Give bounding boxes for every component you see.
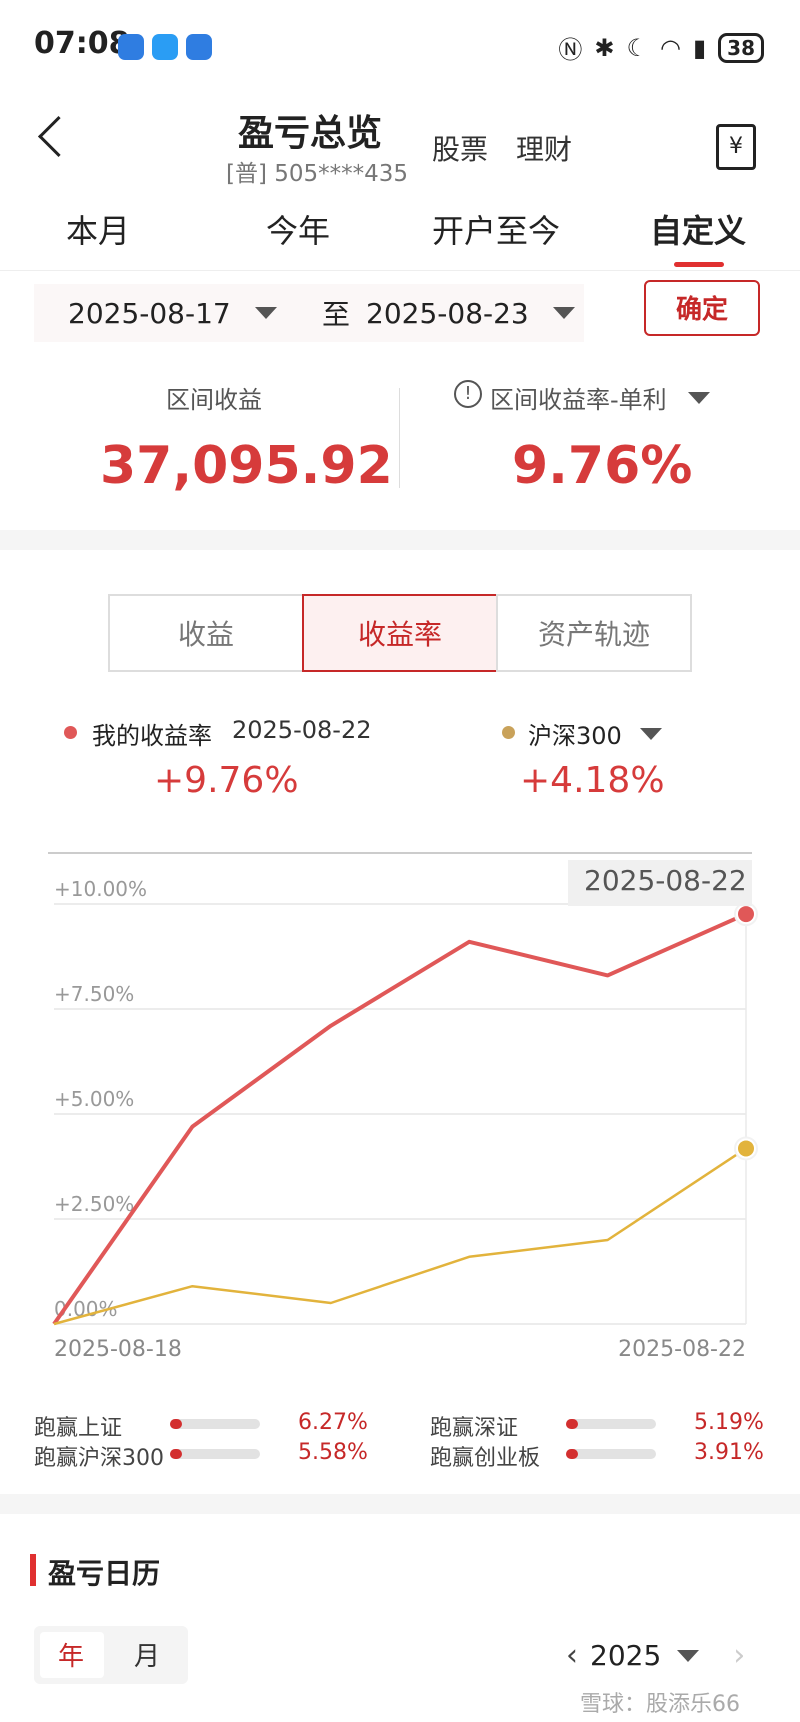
confirm-button[interactable]: 确定	[644, 280, 760, 336]
tab-asset-trajectory[interactable]: 资产轨迹	[496, 594, 692, 672]
wealth-link[interactable]: 理财	[516, 128, 572, 168]
section-marker	[30, 1554, 36, 1586]
chevron-down-icon	[254, 307, 277, 319]
beat-bar	[170, 1419, 260, 1429]
yen-document-icon[interactable]: ¥	[716, 124, 756, 170]
index-end-point	[738, 1140, 754, 1157]
beat-value: 5.58%	[298, 1440, 368, 1465]
tab-custom[interactable]: 自定义	[650, 206, 746, 252]
status-indicators: Ⓝ ✱ ☾ ◠ ▮ 38	[558, 30, 764, 65]
my-rate-date: 2025-08-22	[232, 716, 372, 744]
info-icon[interactable]: !	[454, 380, 482, 408]
x-tick-label: 2025-08-22	[618, 1337, 746, 1360]
chevron-down-icon[interactable]	[640, 728, 662, 740]
start-date-select[interactable]: 2025-08-17	[34, 284, 298, 342]
wifi-icon: ◠	[659, 33, 681, 62]
battery-indicator: 38	[718, 32, 764, 63]
summary-divider	[399, 388, 400, 488]
bluetooth-icon: ✱	[594, 33, 615, 62]
beat-label: 跑赢上证	[34, 1416, 123, 1441]
end-date-select[interactable]: 至 2025-08-23	[298, 284, 584, 342]
year-toggle[interactable]: 年	[58, 1636, 84, 1673]
month-toggle[interactable]: 月	[134, 1636, 160, 1673]
index-value: +4.18%	[520, 760, 665, 801]
tab-income[interactable]: 收益	[108, 594, 304, 672]
beat-value: 3.91%	[694, 1440, 764, 1465]
calendar-title: 盈亏日历	[48, 1557, 161, 1590]
start-date: 2025-08-17	[68, 296, 231, 330]
beat-bar	[170, 1449, 260, 1459]
year-value: 2025	[590, 1639, 662, 1672]
section-separator	[0, 1494, 800, 1514]
signal-icon: ▮	[692, 33, 707, 62]
income-value: 37,095.92	[100, 436, 393, 496]
tab-this-year[interactable]: 今年	[266, 206, 330, 252]
stocks-link[interactable]: 股票	[432, 128, 488, 168]
index-label[interactable]: 沪深300	[528, 716, 622, 751]
tab-return-rate[interactable]: 收益率	[302, 594, 498, 672]
y-tick-label: +10.00%	[54, 877, 147, 901]
my-rate-dot	[64, 726, 77, 739]
tab-since-opening[interactable]: 开户至今	[432, 206, 560, 252]
date-separator: 至	[322, 298, 351, 331]
beat-value: 5.19%	[694, 1410, 764, 1435]
chevron-right-icon[interactable]: ›	[733, 1638, 745, 1673]
y-tick-label: +7.50%	[54, 982, 134, 1006]
rate-value: 9.76%	[512, 436, 693, 496]
chevron-left-icon[interactable]: ‹	[566, 1638, 578, 1673]
tab-this-month[interactable]: 本月	[66, 206, 130, 252]
beat-label: 跑赢深证	[430, 1416, 519, 1441]
page-title: 盈亏总览	[238, 113, 383, 154]
tooltip-date: 2025-08-22	[584, 864, 747, 897]
section-separator	[0, 530, 800, 550]
year-selector[interactable]: ‹ 2025 ›	[566, 1638, 745, 1673]
my-rate-value: +9.76%	[154, 760, 299, 801]
chevron-down-icon	[552, 307, 575, 319]
beat-bar	[566, 1419, 656, 1429]
moon-icon: ☾	[626, 33, 648, 62]
active-tab-indicator	[674, 262, 724, 267]
index-dot	[502, 726, 515, 739]
app-notification-icon	[118, 34, 144, 60]
return-rate-chart[interactable]: +10.00%+7.50%+5.00%+2.50%0.00%2025-08-18…	[0, 840, 800, 1360]
chevron-down-icon[interactable]	[688, 392, 710, 404]
income-label: 区间收益	[166, 386, 262, 414]
beat-label: 跑赢创业板	[430, 1446, 541, 1471]
voice-notification-icon	[186, 34, 212, 60]
y-tick-label: +5.00%	[54, 1087, 134, 1111]
my-rate-end-point	[738, 906, 754, 923]
beat-value: 6.27%	[298, 1410, 368, 1435]
x-tick-label: 2025-08-18	[54, 1337, 182, 1360]
beat-label: 跑赢沪深300	[34, 1446, 164, 1471]
chevron-down-icon	[677, 1649, 700, 1662]
y-tick-label: +2.50%	[54, 1192, 134, 1216]
message-notification-icon	[152, 34, 178, 60]
watermark: 雪球：股添乐66	[580, 1692, 740, 1717]
divider	[0, 270, 800, 271]
my-rate-line	[52, 912, 747, 1326]
beat-bar	[566, 1449, 656, 1459]
account-number: [普] 505****435	[226, 161, 409, 187]
nfc-icon: Ⓝ	[558, 36, 583, 64]
rate-label[interactable]: 区间收益率-单利	[490, 380, 667, 415]
end-date: 2025-08-23	[366, 296, 529, 330]
back-arrow-icon[interactable]	[37, 115, 80, 158]
status-time: 07:08	[34, 26, 130, 61]
my-rate-label: 我的收益率	[92, 722, 212, 750]
